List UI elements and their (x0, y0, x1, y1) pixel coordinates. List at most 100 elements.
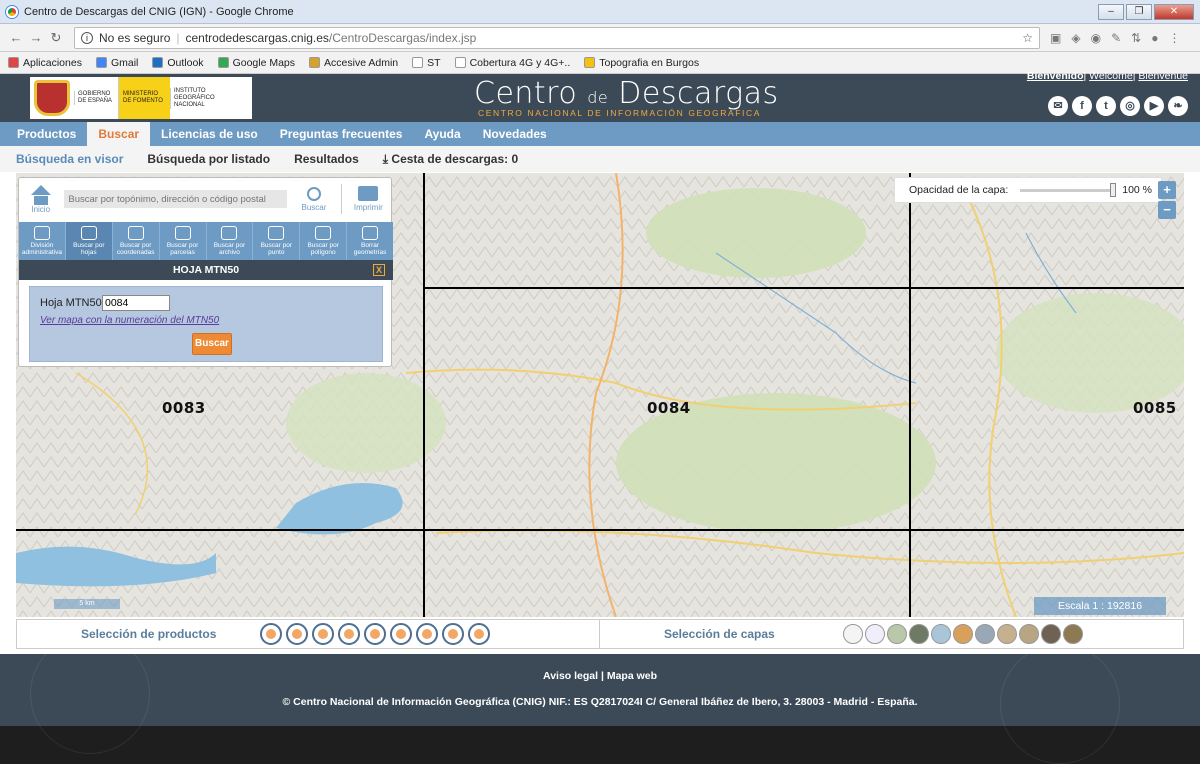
bookmark-item[interactable]: Google Maps (217, 57, 295, 69)
layer-icon[interactable] (842, 624, 863, 644)
chrome-menu-icon[interactable]: ⋮ (1168, 31, 1180, 45)
menu-item-licencias-de-uso[interactable]: Licencias de uso (150, 122, 269, 146)
zoom-in-button[interactable]: + (1158, 181, 1176, 199)
mtn50-numbering-link[interactable]: Ver mapa con la numeración del MTN50 (40, 315, 219, 326)
menu-item-productos[interactable]: Productos (6, 122, 87, 146)
product-icon[interactable] (442, 623, 465, 645)
bookmark-item[interactable]: ST (412, 57, 441, 69)
tab-busqueda-listado[interactable]: Búsqueda por listado (147, 152, 270, 166)
bookmark-item[interactable]: Topografia en Burgos (584, 57, 699, 69)
menu-item-buscar[interactable]: Buscar (87, 122, 151, 146)
bookmark-item[interactable]: Aplicaciones (8, 57, 82, 69)
rss-icon[interactable]: ❧ (1168, 96, 1188, 116)
search-icon (306, 186, 321, 201)
link-bienvenue[interactable]: Bienvenue (1138, 70, 1188, 82)
layer-icon[interactable] (886, 624, 907, 644)
tool-buscar-por-archivo[interactable]: Buscar por archivo (207, 222, 254, 260)
bookmark-icon (309, 57, 321, 68)
hoja-search-button[interactable]: Buscar (192, 333, 232, 355)
extension-icon[interactable]: ✎ (1111, 31, 1121, 45)
tool-icon (315, 226, 332, 240)
email-icon[interactable]: ✉ (1048, 96, 1068, 116)
extension-icon[interactable]: ◉ (1091, 31, 1101, 45)
bookmark-item[interactable]: Gmail (95, 57, 138, 69)
slider-thumb[interactable] (1110, 182, 1117, 197)
zoom-controls: + − (1158, 181, 1176, 221)
menu-item-novedades[interactable]: Novedades (472, 122, 558, 146)
youtube-icon[interactable]: ▶ (1144, 96, 1164, 116)
menu-item-ayuda[interactable]: Ayuda (413, 122, 471, 146)
main-menu: Productos Buscar Licencias de uso Preguntas… (0, 122, 1200, 146)
cesta-descargas[interactable]: ⤓ Cesta de descargas: 0 (383, 152, 518, 167)
layer-icon[interactable] (996, 624, 1017, 644)
zoom-out-button[interactable]: − (1158, 201, 1176, 219)
menu-item-preguntas-frecuentes[interactable]: Preguntas frecuentes (269, 122, 414, 146)
tool-borrar-geometrías[interactable]: Borrar geometrías (347, 222, 393, 260)
url-bar[interactable]: i No es seguro | centrodedescargas.cnig.… (74, 26, 1040, 49)
product-icon[interactable] (364, 623, 387, 645)
bookmark-item[interactable]: Outlook (152, 57, 204, 69)
layer-selection-label: Selección de capas (664, 627, 775, 641)
layer-icon[interactable] (952, 624, 973, 644)
product-icon[interactable] (286, 623, 309, 645)
tool-icon (33, 226, 50, 240)
bookmark-item[interactable]: Accesive Admin (309, 57, 398, 69)
link-bienvenido[interactable]: Bienvenido (1027, 70, 1084, 82)
search-input[interactable] (64, 190, 288, 208)
tab-resultados[interactable]: Resultados (294, 152, 359, 166)
product-icon[interactable] (390, 623, 413, 645)
instagram-icon[interactable]: ◎ (1120, 96, 1140, 116)
tool-buscar-por-punto[interactable]: Buscar por punto (253, 222, 301, 260)
globe-decoration (1000, 644, 1120, 764)
hoja-panel-title: HOJA MTN50 X (19, 260, 393, 280)
tool-buscar-por-coordenadas[interactable]: Buscar por coordenadas (113, 222, 160, 260)
tool-división-administrativa[interactable]: División administrativa (19, 222, 66, 260)
layer-icon[interactable] (974, 624, 995, 644)
info-icon[interactable]: i (81, 31, 93, 44)
selection-bar: Selección de productos Selección de capa… (16, 619, 1184, 649)
home-button[interactable]: Inicio (19, 184, 62, 214)
layer-opacity-control: Opacidad de la capa: 100 % (894, 177, 1162, 203)
maximize-button[interactable]: ❐ (1126, 3, 1152, 20)
layer-icon[interactable] (1018, 624, 1039, 644)
sheet-label-0083: 0083 (162, 399, 206, 417)
product-icon[interactable] (468, 623, 491, 645)
opacity-slider[interactable] (1020, 182, 1117, 197)
close-window-button[interactable]: ✕ (1154, 3, 1194, 20)
hoja-input[interactable] (102, 295, 170, 311)
layer-icon[interactable] (1062, 624, 1083, 644)
print-button[interactable]: Imprimir (346, 186, 391, 212)
extension-icon[interactable]: ● (1151, 31, 1158, 45)
map-viewer[interactable]: 0083 0084 0085 Inicio Buscar Imprimir (16, 173, 1184, 617)
layer-icon[interactable] (908, 624, 929, 644)
sheet-label-0085: 0085 (1133, 399, 1177, 417)
facebook-icon[interactable]: f (1072, 96, 1092, 116)
reload-icon[interactable]: ↻ (48, 30, 64, 46)
product-icon[interactable] (312, 623, 335, 645)
layer-icon[interactable] (864, 624, 885, 644)
product-icon[interactable] (416, 623, 439, 645)
back-icon[interactable]: ← (8, 30, 24, 45)
url-host: centrodedescargas.cnig.es (185, 30, 329, 45)
minimize-button[interactable]: – (1098, 3, 1124, 20)
extension-icon[interactable]: ◈ (1071, 31, 1080, 45)
twitter-icon[interactable]: t (1096, 96, 1116, 116)
layer-icon[interactable] (930, 624, 951, 644)
product-icon[interactable] (260, 623, 283, 645)
forward-icon[interactable]: → (28, 30, 44, 45)
tool-buscar-por-hojas[interactable]: Buscar por hojas (65, 222, 113, 260)
link-welcome[interactable]: Welcome (1089, 70, 1133, 82)
tool-buscar-por-parcelas[interactable]: Buscar por parcelas (160, 222, 207, 260)
tab-busqueda-visor[interactable]: Búsqueda en visor (16, 152, 123, 166)
bookmark-item[interactable]: Cobertura 4G y 4G+.. (454, 57, 570, 69)
extension-icon[interactable]: ⇅ (1131, 31, 1141, 45)
search-button[interactable]: Buscar (291, 186, 336, 212)
printer-icon (358, 186, 379, 201)
extension-icon[interactable]: ▣ (1050, 31, 1061, 45)
close-icon[interactable]: X (373, 264, 385, 276)
layer-icon[interactable] (1040, 624, 1061, 644)
tool-buscar-por-polígono[interactable]: Buscar por polígono (300, 222, 348, 260)
product-icon[interactable] (338, 623, 361, 645)
bookmark-star-icon[interactable]: ☆ (1022, 31, 1033, 45)
government-logo[interactable]: GOBIERNO DE ESPAÑA MINISTERIO DE FOMENTO… (30, 77, 252, 119)
